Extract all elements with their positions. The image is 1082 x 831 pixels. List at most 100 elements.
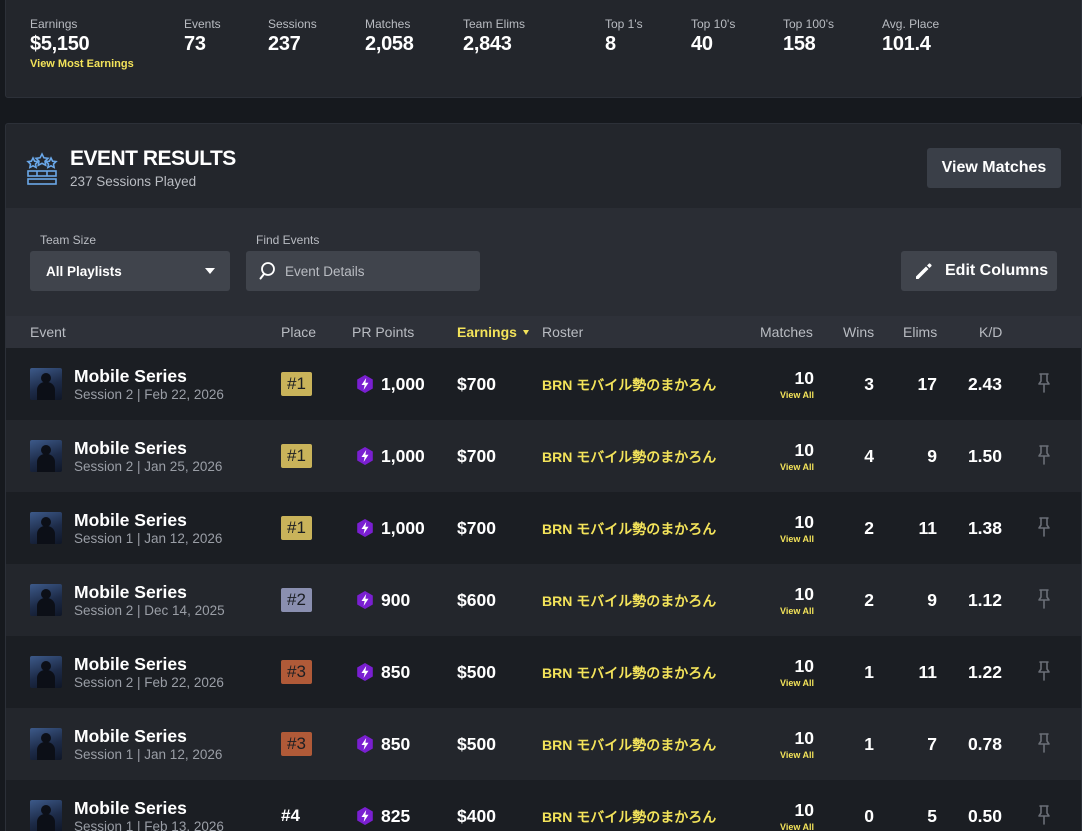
table-header: Event Place PR Points Earnings Roster Ma… (6, 316, 1081, 348)
stat-value: $5,150 (30, 33, 90, 55)
roster-link[interactable]: BRN モバイル勢のまかろん (542, 592, 716, 610)
view-all-matches-link[interactable]: View All (780, 750, 814, 760)
view-all-matches-link[interactable]: View All (780, 678, 814, 688)
column-header-kd[interactable]: K/D (979, 324, 1002, 340)
stat-label: Matches (365, 17, 411, 31)
column-header-place[interactable]: Place (281, 324, 316, 340)
column-header-pr-points[interactable]: PR Points (352, 324, 414, 340)
event-avatar (30, 512, 62, 544)
event-name[interactable]: Mobile Series (74, 582, 187, 602)
table-row[interactable]: Mobile Series Session 1 | Feb 13, 2026 #4 8… (6, 780, 1081, 831)
earnings-value: $400 (457, 806, 496, 826)
stat-value: 101.4 (882, 33, 931, 55)
pin-icon[interactable] (1036, 516, 1052, 538)
view-all-matches-link[interactable]: View All (780, 390, 814, 400)
pin-icon[interactable] (1036, 804, 1052, 826)
kd-value: 2.43 (967, 374, 1002, 394)
event-name[interactable]: Mobile Series (74, 438, 187, 458)
pin-icon[interactable] (1036, 660, 1052, 682)
find-events-input[interactable] (285, 251, 475, 291)
column-header-earnings[interactable]: Earnings (457, 324, 529, 340)
place-badge: #1 (281, 516, 312, 540)
table-row[interactable]: Mobile Series Session 1 | Jan 12, 2026 #3 8… (6, 708, 1081, 780)
column-header-matches[interactable]: Matches (760, 324, 813, 340)
bolt-icon (357, 447, 373, 465)
bolt-icon (357, 663, 373, 681)
find-events-search[interactable] (246, 251, 480, 291)
place-badge: #4 (281, 806, 300, 825)
event-results-table-body: Mobile Series Session 2 | Feb 22, 2026 #1 1… (6, 348, 1081, 831)
stat-value: 40 (691, 33, 713, 55)
stat-value: 8 (605, 33, 616, 55)
matches-value: 10 (794, 512, 814, 532)
stat-label: Avg. Place (882, 17, 940, 31)
kd-value: 1.38 (967, 518, 1002, 538)
event-name[interactable]: Mobile Series (74, 366, 187, 386)
team-size-value: All Playlists (46, 263, 122, 279)
view-matches-button[interactable]: View Matches (927, 148, 1061, 188)
column-header-roster[interactable]: Roster (542, 324, 583, 340)
table-row[interactable]: Mobile Series Session 1 | Jan 12, 2026 #1 1… (6, 492, 1081, 564)
pin-icon[interactable] (1036, 588, 1052, 610)
table-row[interactable]: Mobile Series Session 2 | Feb 22, 2026 #3 8… (6, 636, 1081, 708)
event-session-date: Session 1 | Feb 13, 2026 (74, 819, 224, 831)
matches-value: 10 (794, 440, 814, 460)
roster-link[interactable]: BRN モバイル勢のまかろん (542, 808, 716, 826)
roster-link[interactable]: BRN モバイル勢のまかろん (542, 664, 716, 682)
elims-value: 17 (917, 374, 937, 394)
pencil-icon (916, 263, 932, 279)
event-session-date: Session 1 | Jan 12, 2026 (74, 531, 223, 546)
place-badge: #2 (281, 588, 312, 612)
stat-earnings: Earnings $5,150 View Most Earnings (30, 17, 134, 71)
bolt-icon (357, 735, 373, 753)
team-size-select[interactable]: All Playlists (30, 251, 230, 291)
elims-value: 9 (927, 446, 937, 466)
roster-link[interactable]: BRN モバイル勢のまかろん (542, 376, 716, 394)
table-row[interactable]: Mobile Series Session 2 | Feb 22, 2026 #1 1… (6, 348, 1081, 420)
roster-link[interactable]: BRN モバイル勢のまかろん (542, 736, 716, 754)
stat-value: 237 (268, 33, 301, 55)
event-name[interactable]: Mobile Series (74, 510, 187, 530)
pr-points-value: 825 (381, 806, 411, 826)
place-badge: #3 (281, 732, 312, 756)
event-avatar (30, 440, 62, 472)
wins-value: 1 (864, 734, 874, 754)
matches-value: 10 (794, 800, 814, 820)
player-stats-panel: Earnings $5,150 View Most Earnings Event… (5, 0, 1082, 98)
caret-down-icon (205, 268, 215, 274)
stat-value: 158 (783, 33, 816, 55)
table-row[interactable]: Mobile Series Session 2 | Dec 14, 2025 #2 9… (6, 564, 1081, 636)
edit-columns-button[interactable]: Edit Columns (901, 251, 1057, 291)
view-most-earnings-link[interactable]: View Most Earnings (30, 57, 134, 71)
stat-avg-place: Avg. Place 101.4 (882, 17, 939, 56)
stat-label: Top 10's (691, 17, 736, 31)
pin-icon[interactable] (1036, 732, 1052, 754)
table-row[interactable]: Mobile Series Session 2 | Jan 25, 2026 #1 1… (6, 420, 1081, 492)
edit-columns-label: Edit Columns (945, 262, 1049, 279)
roster-link[interactable]: BRN モバイル勢のまかろん (542, 520, 716, 538)
event-session-date: Session 1 | Jan 12, 2026 (74, 747, 223, 762)
view-all-matches-link[interactable]: View All (780, 534, 814, 544)
column-header-elims[interactable]: Elims (903, 324, 937, 340)
event-name[interactable]: Mobile Series (74, 726, 187, 746)
sessions-played-count: 237 Sessions Played (70, 174, 197, 189)
event-avatar (30, 800, 62, 831)
pr-points-value: 900 (381, 590, 411, 610)
event-name[interactable]: Mobile Series (74, 798, 187, 818)
filters-bar: Team Size All Playlists Find Events Edit… (6, 208, 1081, 316)
event-name[interactable]: Mobile Series (74, 654, 187, 674)
event-results-card: EVENT RESULTS 237 Sessions Played View M… (5, 123, 1082, 831)
column-header-event[interactable]: Event (30, 324, 66, 340)
pin-icon[interactable] (1036, 444, 1052, 466)
view-all-matches-link[interactable]: View All (780, 822, 814, 831)
column-header-wins[interactable]: Wins (843, 324, 874, 340)
pr-points-value: 1,000 (381, 374, 425, 394)
stat-value: 2,843 (463, 33, 512, 55)
stat-label: Top 1's (605, 17, 643, 31)
pin-icon[interactable] (1036, 372, 1052, 394)
view-all-matches-link[interactable]: View All (780, 606, 814, 616)
wins-value: 2 (864, 590, 874, 610)
view-all-matches-link[interactable]: View All (780, 462, 814, 472)
roster-link[interactable]: BRN モバイル勢のまかろん (542, 448, 716, 466)
pr-points-value: 850 (381, 734, 411, 754)
